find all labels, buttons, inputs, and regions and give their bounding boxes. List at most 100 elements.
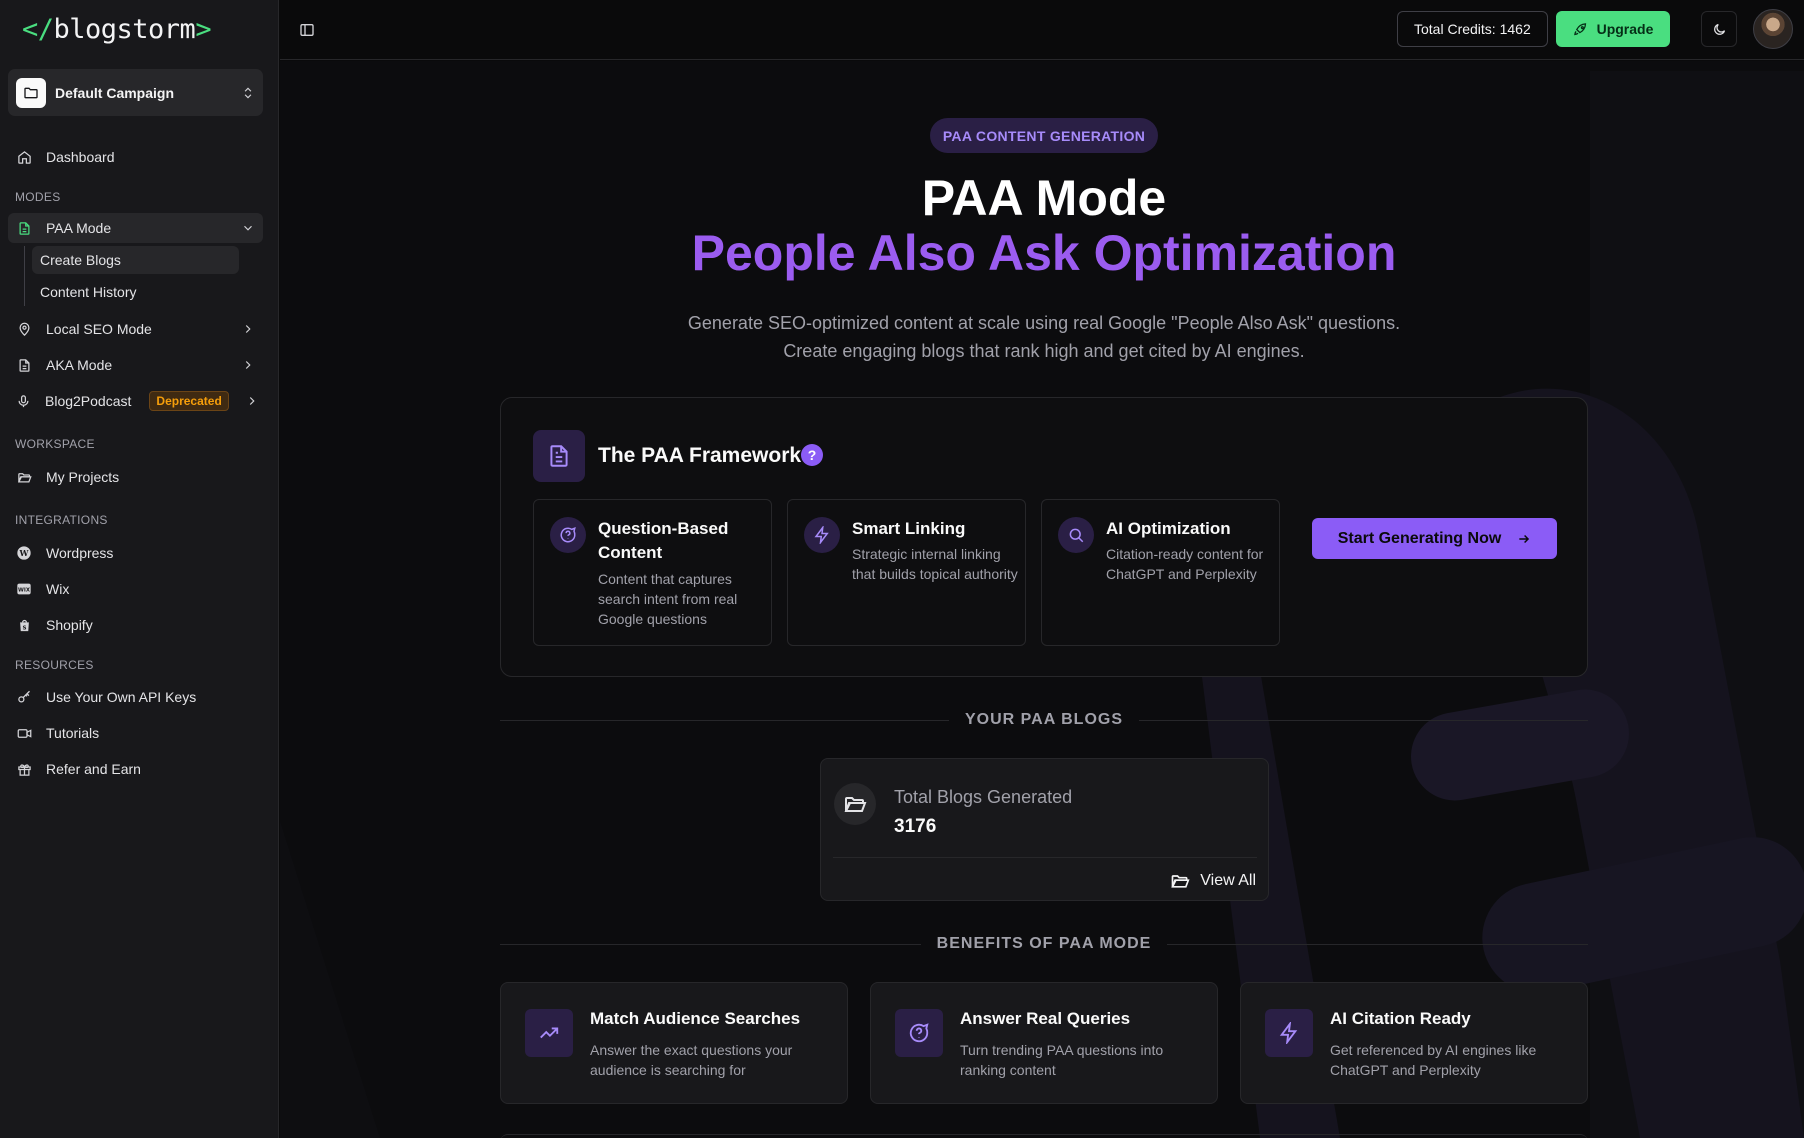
benefit-card-ai-citation: AI Citation Ready Get referenced by AI e… bbox=[1240, 982, 1588, 1104]
nav-tutorials[interactable]: Tutorials bbox=[8, 718, 263, 748]
svg-text:W: W bbox=[19, 548, 30, 558]
wix-icon: WIX bbox=[16, 581, 32, 597]
sidebar-toggle-button[interactable] bbox=[294, 17, 320, 43]
benefit-desc: Get referenced by AI engines like ChatGP… bbox=[1330, 1042, 1537, 1078]
svg-text:S: S bbox=[22, 625, 26, 631]
your-paa-blogs-divider: YOUR PAA BLOGS bbox=[500, 710, 1589, 730]
framework-card-desc: Strategic internal linking that builds t… bbox=[852, 546, 1018, 582]
page-description: Generate SEO-optimized content at scale … bbox=[280, 309, 1804, 365]
nav-api-keys[interactable]: Use Your Own API Keys bbox=[8, 682, 263, 712]
main-content: PAA CONTENT GENERATION PAA Mode People A… bbox=[280, 61, 1804, 1138]
framework-card-ai-optimization: AI Optimization Citation-ready content f… bbox=[1041, 499, 1280, 646]
page-subtitle: People Also Ask Optimization bbox=[691, 225, 1397, 281]
section-label-resources: RESOURCES bbox=[15, 658, 94, 672]
chevron-right-icon bbox=[241, 358, 255, 372]
logo-open-bracket: </ bbox=[22, 14, 54, 45]
trending-up-icon bbox=[525, 1009, 573, 1057]
nav-create-blogs[interactable]: Create Blogs bbox=[32, 246, 239, 274]
svg-text:WIX: WIX bbox=[18, 587, 30, 593]
section-label-workspace: WORKSPACE bbox=[15, 437, 95, 451]
framework-card-desc: Citation-ready content for ChatGPT and P… bbox=[1106, 546, 1264, 582]
nav-wordpress-label: Wordpress bbox=[46, 545, 114, 561]
total-credits-badge[interactable]: Total Credits: 1462 bbox=[1397, 11, 1548, 47]
view-all-button[interactable]: View All bbox=[1170, 871, 1256, 891]
nav-api-keys-label: Use Your Own API Keys bbox=[46, 689, 197, 705]
wordpress-icon: W bbox=[16, 545, 32, 561]
page-title: PAA Mode bbox=[921, 170, 1167, 226]
paa-content-generation-pill: PAA CONTENT GENERATION bbox=[930, 118, 1158, 153]
benefits-divider: BENEFITS OF PAA MODE bbox=[500, 934, 1589, 954]
chevron-right-icon bbox=[241, 322, 255, 336]
benefit-card-match-audience: Match Audience Searches Answer the exact… bbox=[500, 982, 848, 1104]
total-blogs-value: 3176 bbox=[894, 816, 937, 837]
framework-card-question-based: Question-Based Content Content that capt… bbox=[533, 499, 772, 646]
help-icon[interactable]: ? bbox=[801, 444, 823, 466]
deprecated-badge: Deprecated bbox=[149, 391, 229, 411]
user-avatar[interactable] bbox=[1753, 9, 1793, 49]
nav-my-projects-label: My Projects bbox=[46, 469, 120, 485]
nav-dashboard-label: Dashboard bbox=[46, 149, 115, 165]
benefit-desc: Answer the exact questions your audience… bbox=[590, 1042, 793, 1078]
top-header: Total Credits: 1462 Upgrade bbox=[280, 0, 1804, 60]
benefit-card-answer-queries: Answer Real Queries Turn trending PAA qu… bbox=[870, 982, 1218, 1104]
nav-local-seo-mode[interactable]: Local SEO Mode bbox=[8, 314, 263, 344]
blogstorm-logo[interactable]: </blogstorm> bbox=[22, 14, 212, 45]
framework-card-smart-linking: Smart Linking Strategic internal linking… bbox=[787, 499, 1026, 646]
divider-line bbox=[500, 719, 949, 721]
upgrade-button[interactable]: Upgrade bbox=[1556, 11, 1670, 47]
divider-line bbox=[1167, 943, 1589, 945]
divider-line bbox=[1139, 719, 1589, 721]
nav-tutorials-label: Tutorials bbox=[46, 725, 100, 741]
total-blogs-label: Total Blogs Generated bbox=[894, 787, 1073, 807]
section-label-modes: MODES bbox=[15, 190, 61, 204]
bolt-icon bbox=[804, 517, 840, 553]
theme-toggle-button[interactable] bbox=[1701, 11, 1737, 47]
nav-refer-earn-label: Refer and Earn bbox=[46, 761, 141, 777]
chevron-down-icon bbox=[241, 221, 255, 235]
nav-aka-mode-label: AKA Mode bbox=[46, 357, 113, 373]
upgrade-label: Upgrade bbox=[1596, 21, 1654, 37]
nav-content-history[interactable]: Content History bbox=[32, 278, 239, 306]
map-pin-icon bbox=[16, 321, 32, 337]
nav-paa-mode[interactable]: PAA Mode bbox=[8, 213, 263, 243]
nav-blog2podcast-label: Blog2Podcast bbox=[45, 393, 132, 409]
next-section-edge bbox=[500, 1134, 1588, 1138]
logo-close-bracket: > bbox=[195, 14, 212, 45]
nav-wix[interactable]: WIX Wix bbox=[8, 574, 263, 604]
arrow-right-icon bbox=[1519, 534, 1530, 543]
key-icon bbox=[16, 689, 32, 705]
framework-title: The PAA Framework bbox=[598, 444, 802, 467]
your-paa-blogs-heading: YOUR PAA BLOGS bbox=[965, 711, 1124, 728]
panel-left-icon bbox=[300, 24, 314, 36]
home-icon bbox=[16, 149, 32, 165]
framework-card-title: Smart Linking bbox=[852, 519, 966, 538]
folder-open-icon bbox=[1171, 875, 1190, 888]
benefit-title: Answer Real Queries bbox=[960, 1009, 1131, 1028]
nav-blog2podcast[interactable]: Blog2Podcast Deprecated bbox=[8, 386, 263, 416]
framework-card-title: Question-Based Content bbox=[598, 519, 729, 562]
nav-dashboard[interactable]: Dashboard bbox=[8, 142, 263, 172]
nav-shopify-label: Shopify bbox=[46, 617, 93, 633]
paa-framework-panel: The PAA Framework ? Question-Based Conte… bbox=[500, 397, 1588, 677]
section-label-integrations: INTEGRATIONS bbox=[15, 513, 108, 527]
sidebar: </blogstorm> Default Campaign Dashboard … bbox=[0, 0, 279, 1138]
nav-wordpress[interactable]: W Wordpress bbox=[8, 538, 263, 568]
benefit-desc: Turn trending PAA questions into ranking… bbox=[960, 1042, 1164, 1078]
bolt-icon bbox=[1265, 1009, 1313, 1057]
nav-aka-mode[interactable]: AKA Mode bbox=[8, 350, 263, 380]
card-divider bbox=[833, 857, 1257, 858]
nav-shopify[interactable]: S Shopify bbox=[8, 610, 263, 640]
campaign-switcher[interactable]: Default Campaign bbox=[8, 69, 263, 116]
microphone-icon bbox=[16, 393, 31, 409]
chevrons-up-down-icon bbox=[241, 86, 255, 100]
nav-my-projects[interactable]: My Projects bbox=[8, 462, 263, 492]
gift-icon bbox=[16, 761, 32, 777]
file-text-icon bbox=[16, 357, 32, 373]
moon-icon bbox=[1713, 23, 1725, 35]
framework-card-title: AI Optimization bbox=[1106, 519, 1231, 538]
benefit-title: Match Audience Searches bbox=[590, 1009, 801, 1028]
start-generating-button[interactable]: Start Generating Now bbox=[1312, 518, 1557, 559]
submenu-guide-line bbox=[24, 246, 25, 306]
logo-word: blogstorm bbox=[53, 14, 196, 45]
nav-refer-earn[interactable]: Refer and Earn bbox=[8, 754, 263, 784]
